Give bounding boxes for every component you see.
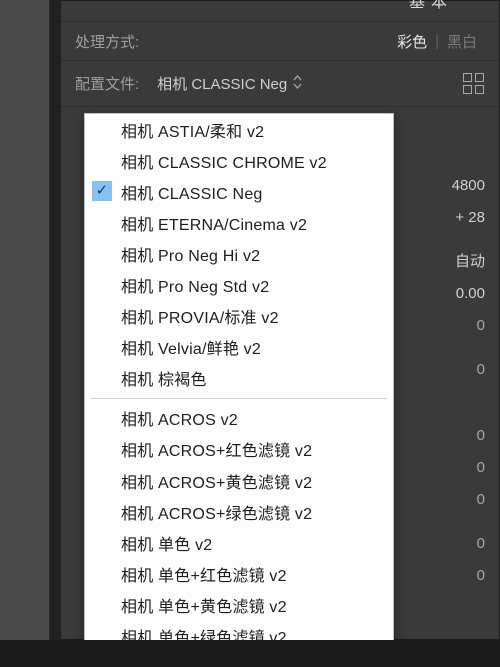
menu-item-label: 相机 Velvia/鲜艳 v2 bbox=[121, 335, 261, 359]
value-1: 0 bbox=[452, 353, 485, 385]
menu-item-label: 相机 ASTIA/柔和 v2 bbox=[121, 118, 264, 142]
profile-dropdown-menu[interactable]: ✓相机 ASTIA/柔和 v2✓相机 CLASSIC CHROME v2✓相机 … bbox=[84, 113, 394, 667]
auto-button[interactable]: 自动 bbox=[452, 245, 485, 277]
menu-item[interactable]: ✓相机 单色+黄色滤镜 v2 bbox=[85, 589, 393, 620]
value-5: 0 bbox=[452, 527, 485, 559]
menu-item[interactable]: ✓相机 Pro Neg Std v2 bbox=[85, 269, 393, 300]
menu-item[interactable]: ✓相机 ETERNA/Cinema v2 bbox=[85, 207, 393, 238]
treatment-color[interactable]: 彩色 bbox=[389, 31, 435, 52]
menu-item[interactable]: ✓ 相机 CLASSIC Neg bbox=[85, 176, 393, 207]
menu-item[interactable]: ✓相机 Velvia/鲜艳 v2 bbox=[85, 332, 393, 363]
tint-value: + 28 bbox=[452, 201, 485, 233]
menu-item-label: 相机 ACROS+红色滤镜 v2 bbox=[121, 437, 312, 461]
contrast-value: 0 bbox=[452, 309, 485, 341]
treatment-row: 处理方式: 彩色 | 黑白 bbox=[61, 21, 499, 61]
menu-item-label: 相机 ACROS+绿色滤镜 v2 bbox=[121, 500, 312, 524]
menu-item-label: 相机 单色 v2 bbox=[121, 531, 212, 555]
menu-item[interactable]: ✓相机 ACROS+红色滤镜 v2 bbox=[85, 434, 393, 465]
menu-item[interactable]: ✓相机 CLASSIC CHROME v2 bbox=[85, 145, 393, 176]
value-2: 0 bbox=[452, 419, 485, 451]
menu-item-label: 相机 ACROS v2 bbox=[121, 406, 238, 430]
menu-item-label: 相机 PROVIA/标准 v2 bbox=[121, 304, 279, 328]
menu-item[interactable]: ✓相机 单色 v2 bbox=[85, 527, 393, 558]
profile-dropdown[interactable]: 相机 CLASSIC Neg bbox=[157, 73, 302, 94]
app-footer bbox=[0, 640, 500, 667]
menu-item[interactable]: ✓相机 ACROS+黄色滤镜 v2 bbox=[85, 465, 393, 496]
profile-label: 配置文件: bbox=[75, 73, 139, 94]
side-values: 4800 + 28 自动 0.00 0 0 0 0 0 0 0 bbox=[452, 169, 485, 591]
temp-value: 4800 bbox=[452, 169, 485, 201]
chevron-up-down-icon bbox=[293, 75, 302, 92]
menu-item[interactable]: ✓相机 ACROS+绿色滤镜 v2 bbox=[85, 496, 393, 527]
profile-browser-icon[interactable] bbox=[463, 73, 485, 95]
menu-item-label: 相机 棕褐色 bbox=[121, 366, 207, 390]
menu-item[interactable]: ✓相机 棕褐色 bbox=[85, 363, 393, 394]
treatment-bw[interactable]: 黑白 bbox=[439, 31, 485, 52]
profile-selected: 相机 CLASSIC Neg bbox=[157, 73, 287, 94]
menu-item-label: 相机 CLASSIC Neg bbox=[121, 180, 263, 204]
menu-item-label: 相机 ETERNA/Cinema v2 bbox=[121, 211, 307, 235]
panel-title: 基本 bbox=[61, 1, 499, 15]
menu-item[interactable]: ✓相机 单色+红色滤镜 v2 bbox=[85, 558, 393, 589]
menu-item-label: 相机 Pro Neg Std v2 bbox=[121, 273, 269, 297]
exposure-value: 0.00 bbox=[452, 277, 485, 309]
menu-item-label: 相机 Pro Neg Hi v2 bbox=[121, 242, 260, 266]
menu-item-label: 相机 ACROS+黄色滤镜 v2 bbox=[121, 469, 312, 493]
menu-item[interactable]: ✓相机 PROVIA/标准 v2 bbox=[85, 301, 393, 332]
menu-item-label: 相机 单色+黄色滤镜 v2 bbox=[121, 593, 287, 617]
treatment-label: 处理方式: bbox=[75, 31, 139, 52]
value-3: 0 bbox=[452, 451, 485, 483]
check-icon: ✓ bbox=[92, 181, 112, 201]
menu-item-label: 相机 CLASSIC CHROME v2 bbox=[121, 149, 327, 173]
menu-item[interactable]: ✓相机 ACROS v2 bbox=[85, 403, 393, 434]
profile-row: 配置文件: 相机 CLASSIC Neg bbox=[61, 61, 499, 107]
value-6: 0 bbox=[452, 559, 485, 591]
menu-item-label: 相机 单色+红色滤镜 v2 bbox=[121, 562, 287, 586]
menu-item[interactable]: ✓相机 Pro Neg Hi v2 bbox=[85, 238, 393, 269]
value-4: 0 bbox=[452, 483, 485, 515]
menu-item[interactable]: ✓相机 ASTIA/柔和 v2 bbox=[85, 114, 393, 145]
menu-separator bbox=[91, 398, 387, 399]
work-canvas bbox=[0, 0, 50, 640]
